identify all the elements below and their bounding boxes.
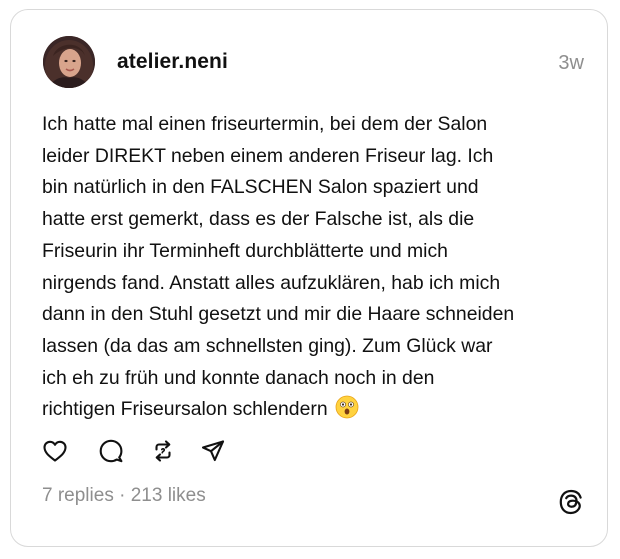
post-text-line: leider DIREKT neben einem anderen Friseu… [42, 144, 494, 167]
stats-separator: · [113, 485, 131, 506]
post-text-line: lassen (da das am schnellsten ging). Zum… [42, 334, 493, 357]
author-avatar[interactable] [43, 36, 95, 88]
post-text-line: richtigen Friseursalon schlendern [42, 398, 328, 421]
replies-count[interactable]: 7 replies [42, 485, 114, 506]
post-text-line: ich eh zu früh und konnte danach noch in… [42, 366, 435, 389]
likes-count[interactable]: 213 likes [131, 485, 206, 506]
avatar-photo [43, 36, 95, 88]
share-icon[interactable] [200, 438, 228, 466]
post-text-line: hatte erst gemerkt, dass es der Falsche … [42, 208, 475, 231]
comment-icon[interactable] [98, 438, 126, 466]
repost-icon[interactable] [150, 438, 178, 466]
post-text-line: dann in den Stuhl gesetzt und mir die Ha… [42, 303, 515, 326]
heart-icon[interactable] [42, 438, 70, 466]
threads-logo-icon[interactable] [557, 488, 585, 516]
astonished-face-emoji-icon [335, 395, 359, 430]
post-body: Ich hatte mal einen friseurtermin, bei d… [42, 109, 602, 430]
post-stats: 7 replies · 213 likes [42, 485, 206, 507]
post-text-line: Friseurin ihr Terminheft durchblätterte … [42, 239, 448, 262]
post-text-line: Ich hatte mal einen friseurtermin, bei d… [42, 113, 488, 135]
post-card: atelier.neni 3w Ich hatte mal einen fris… [10, 9, 608, 547]
post-text-line: nirgends fand. Anstatt alles aufzuklären… [42, 271, 501, 294]
post-timestamp[interactable]: 3w [558, 52, 584, 75]
post-text-line: bin natürlich in den FALSCHEN Salon spaz… [42, 176, 479, 199]
author-username[interactable]: atelier.neni [117, 50, 228, 74]
